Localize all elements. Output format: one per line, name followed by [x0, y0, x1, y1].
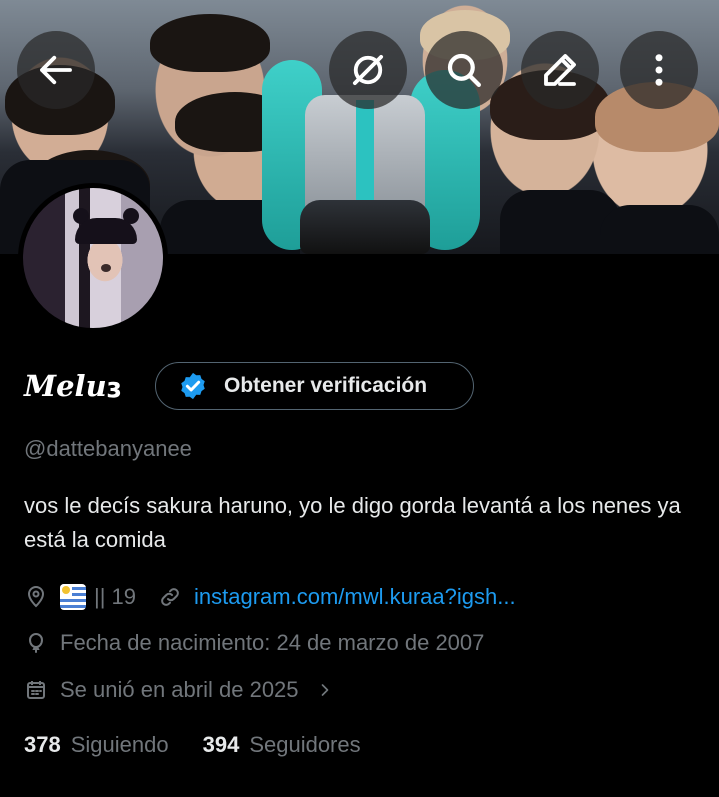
birthday-row: Fecha de nacimiento: 24 de marzo de 2007	[24, 630, 484, 656]
location-pin-icon	[27, 586, 45, 608]
joined-row[interactable]: Se unió en abril de 2025	[24, 677, 347, 703]
location-row: || 19 instagram.com/mwl.kuraa?igsh...	[24, 584, 516, 610]
following-stat[interactable]: 378 Siguiendo	[24, 732, 169, 758]
followers-count: 394	[202, 732, 240, 757]
profile-stats: 378 Siguiendo 394 Seguidores	[24, 732, 361, 758]
link-icon	[161, 588, 179, 606]
back-button[interactable]	[17, 31, 95, 109]
back-arrow-icon	[40, 55, 72, 85]
profile-link[interactable]: instagram.com/mwl.kuraa?igsh...	[194, 584, 516, 610]
edit-button[interactable]	[521, 31, 599, 109]
grok-button[interactable]	[329, 31, 407, 109]
followers-label: Seguidores	[249, 732, 361, 757]
search-button[interactable]	[425, 31, 503, 109]
location-text: || 19	[94, 584, 137, 609]
profile-handle: @dattebanyanee	[24, 436, 192, 461]
search-icon	[447, 53, 481, 87]
name-emoji: ɛ	[106, 371, 122, 404]
more-button[interactable]	[620, 31, 698, 109]
chevron-right-icon	[321, 684, 328, 696]
following-label: Siguiendo	[70, 732, 169, 757]
display-name: Melu	[24, 369, 107, 403]
verified-badge-icon	[181, 372, 205, 400]
edit-icon	[544, 54, 576, 86]
balloon-icon	[28, 633, 44, 653]
get-verified-label: Obtener verificación	[224, 374, 428, 397]
joined-text: Se unió en abril de 2025	[60, 677, 299, 702]
following-count: 378	[24, 732, 61, 757]
get-verified-button[interactable]: Obtener verificación	[155, 362, 474, 410]
grok-icon	[352, 54, 384, 86]
avatar[interactable]	[18, 183, 168, 333]
followers-stat[interactable]: 394 Seguidores	[203, 732, 361, 758]
uruguay-flag-icon	[60, 584, 86, 610]
profile-bio: vos le decís sakura haruno, yo le digo g…	[24, 493, 681, 552]
birthday-text: Fecha de nacimiento: 24 de marzo de 2007	[60, 630, 485, 655]
calendar-icon	[27, 681, 45, 699]
more-icon	[655, 54, 663, 86]
